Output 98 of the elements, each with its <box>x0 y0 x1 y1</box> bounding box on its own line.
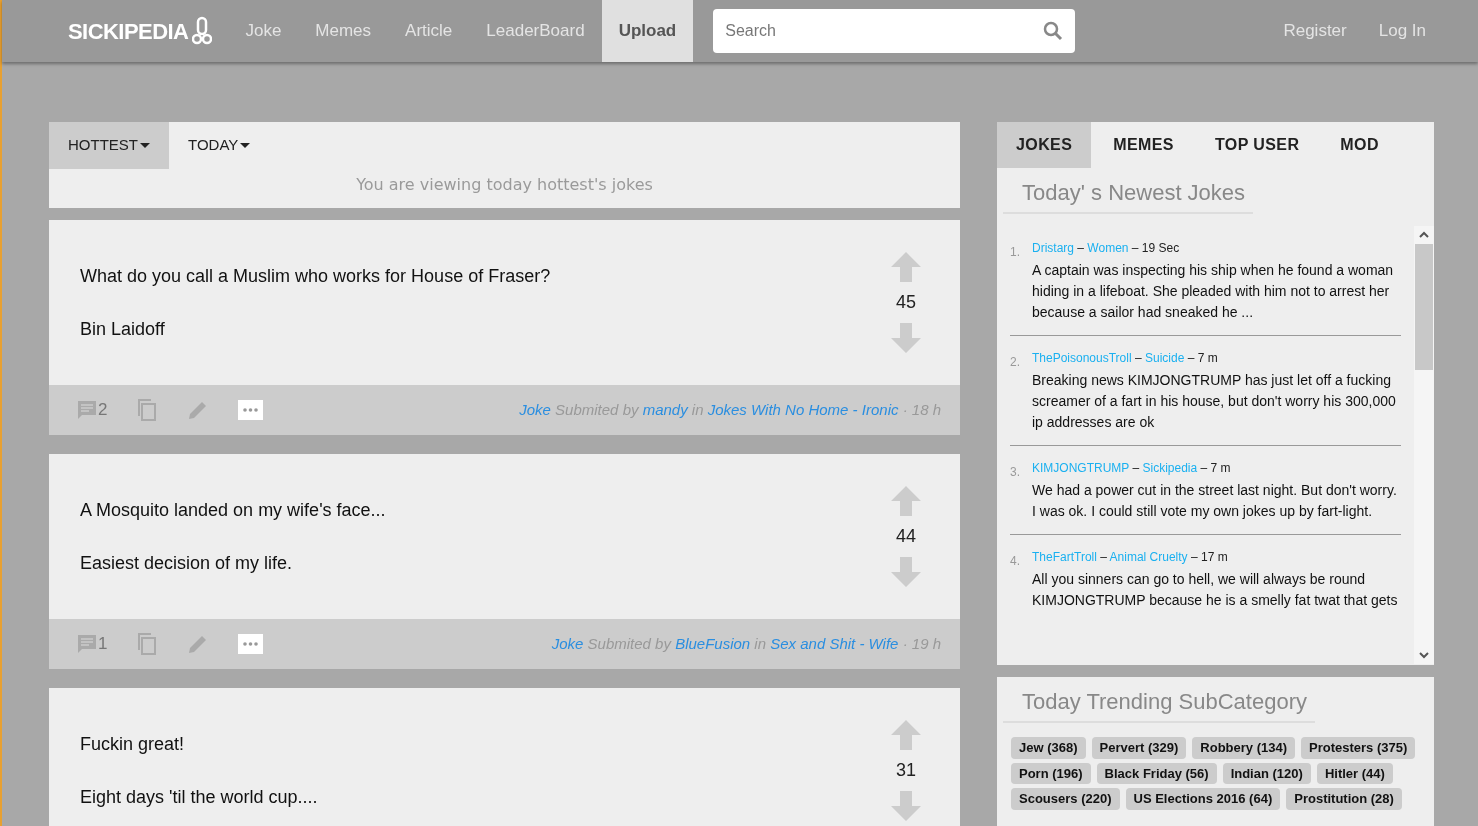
more-button[interactable] <box>238 400 264 420</box>
tag-chip[interactable]: Black Friday (56) <box>1096 762 1217 784</box>
comment-count: 2 <box>98 399 108 422</box>
type-link[interactable]: Joke <box>519 400 551 418</box>
tag-chip[interactable]: US Elections 2016 (64) <box>1125 788 1281 810</box>
separator: – <box>1199 461 1209 475</box>
type-link[interactable]: Joke <box>551 634 584 652</box>
nav-link[interactable]: LeaderBoard <box>469 0 602 62</box>
joke-text: All you sinners can go to hell, we will always be round KIMJONGTRUMP because he is a smelly fat twat that gets <box>1032 570 1399 610</box>
user-link[interactable]: KIMJONGTRUMP <box>1032 461 1130 475</box>
vote-count: 45 <box>896 291 916 314</box>
user-link[interactable]: ThePoisonousTroll <box>1032 351 1132 365</box>
separator: – <box>1076 241 1086 255</box>
separator: – <box>1099 550 1108 564</box>
separator: – <box>1131 461 1141 475</box>
scrollbar-thumb[interactable] <box>1415 244 1433 370</box>
joke-time: 17 m <box>1200 550 1228 564</box>
category-link[interactable]: Animal Cruelty <box>1109 550 1188 564</box>
joke-setup: A Mosquito landed on my wife's face... <box>80 498 387 522</box>
category-link[interactable]: Jokes With No Home <box>707 400 849 418</box>
joke-time: 7 m <box>1197 351 1218 365</box>
user-link[interactable]: Dristarg <box>1032 241 1074 255</box>
tag-chip[interactable]: Protesters (375) <box>1301 737 1416 759</box>
more-button[interactable] <box>238 634 264 654</box>
separator: – <box>1133 351 1143 365</box>
downvote-icon[interactable] <box>890 556 922 588</box>
sidebar-tab[interactable]: JOKES <box>997 122 1092 168</box>
category-link[interactable]: Sex and Shit <box>770 634 856 652</box>
joke-text: Breaking news KIMJONGTRUMP has just let off a fucking screamer of a fart in his house, but don't worry his 300,000 ip addresses are ok <box>1032 371 1397 432</box>
copy-icon[interactable] <box>136 398 159 422</box>
vote-count: 44 <box>896 525 916 548</box>
comment-icon[interactable] <box>76 633 98 655</box>
joke-punchline: Bin Laidoff <box>80 317 166 341</box>
tag-chip[interactable]: Scousers (220) <box>1011 788 1120 810</box>
joke-text: We had a power cut in the street last night. But don't worry. I was ok. I could still vote my own jokes up by fart-light. <box>1032 481 1398 521</box>
panel-title: Today Trending SubCategory <box>1003 677 1315 723</box>
scrollbar[interactable] <box>1414 226 1434 664</box>
sidebar-tab[interactable]: MOD <box>1321 122 1398 168</box>
joke-time: 19 Sec <box>1141 241 1180 255</box>
joke-setup: Fuckin great! <box>80 732 186 756</box>
separator: – <box>1130 241 1140 255</box>
more-icon <box>243 642 259 646</box>
logo-icon <box>192 16 213 46</box>
upvote-icon[interactable] <box>890 251 922 283</box>
vote-count: 31 <box>896 759 916 782</box>
joke-punchline: Easiest decision of my life. <box>80 551 294 575</box>
site-logo[interactable]: SICKIPEDIA <box>68 14 189 48</box>
tag-chip[interactable]: Robbery (134) <box>1192 737 1296 759</box>
item-number: 1. <box>1010 244 1021 261</box>
category-link[interactable]: Sickipedia <box>1142 461 1198 475</box>
auth-link[interactable]: Log In <box>1378 18 1426 44</box>
subcategory-link[interactable]: Wife <box>868 634 899 652</box>
joke-text: A captain was inspecting his ship when he found a woman hiding in a lifeboat. She pleaded with him not to arrest her because a sailor had sneaked he ... <box>1032 261 1395 322</box>
nav-link[interactable]: Memes <box>298 0 389 62</box>
downvote-icon[interactable] <box>890 322 922 354</box>
nav-link[interactable]: Article <box>388 0 470 62</box>
auth-link[interactable]: Register <box>1283 18 1347 44</box>
comment-icon[interactable] <box>76 399 98 421</box>
sidebar-tab[interactable]: MEMES <box>1094 122 1193 168</box>
panel-title: Today' s Newest Jokes <box>1003 168 1254 214</box>
upvote-icon[interactable] <box>890 719 922 751</box>
separator: – <box>1189 550 1199 564</box>
subcategory-link[interactable]: Ironic <box>861 400 899 418</box>
user-link[interactable]: TheFartTroll <box>1032 550 1097 564</box>
tag-chip[interactable]: Jew (368) <box>1011 737 1086 759</box>
separator: – <box>1186 351 1196 365</box>
search-field[interactable]: Search <box>713 9 1076 53</box>
tag-chip[interactable]: Hitler (44) <box>1316 762 1393 784</box>
copy-icon[interactable] <box>136 632 159 656</box>
item-number: 3. <box>1010 464 1021 481</box>
tag-chip[interactable]: Indian (120) <box>1222 762 1311 784</box>
user-link[interactable]: BlueFusion <box>675 634 751 652</box>
downvote-icon[interactable] <box>890 790 922 822</box>
sidebar-tab[interactable]: TOP USER <box>1195 122 1319 168</box>
caret-icon <box>240 142 251 149</box>
tag-chip[interactable]: Pervert (329) <box>1091 737 1187 759</box>
joke-time: 7 m <box>1210 461 1231 475</box>
item-number: 2. <box>1010 354 1021 371</box>
nav-link[interactable]: Upload <box>601 0 694 62</box>
more-icon <box>243 408 259 412</box>
user-link[interactable]: mandy <box>642 400 688 418</box>
filter-tab[interactable]: TODAY <box>169 122 270 169</box>
tag-chip[interactable]: Porn (196) <box>1011 762 1091 784</box>
caret-icon <box>140 142 150 149</box>
tag-chip[interactable]: Prostitution (28) <box>1286 788 1402 810</box>
category-link[interactable]: Suicide <box>1144 351 1185 365</box>
viewing-message: You are viewing today hottest's jokes <box>355 174 654 196</box>
nav-link[interactable]: Joke <box>228 0 299 62</box>
item-number: 4. <box>1010 553 1021 570</box>
joke-setup: What do you call a Muslim who works for House of Fraser? <box>80 264 552 288</box>
scroll-up-icon[interactable] <box>1418 230 1430 240</box>
category-link[interactable]: Women <box>1087 241 1129 255</box>
search-icon[interactable] <box>1043 21 1064 41</box>
joke-punchline: Eight days 'til the world cup.... <box>80 785 319 809</box>
scroll-down-icon[interactable] <box>1418 650 1430 660</box>
comment-count: 1 <box>98 633 108 656</box>
filter-tab[interactable]: HOTTEST <box>49 122 169 169</box>
upvote-icon[interactable] <box>890 485 922 517</box>
